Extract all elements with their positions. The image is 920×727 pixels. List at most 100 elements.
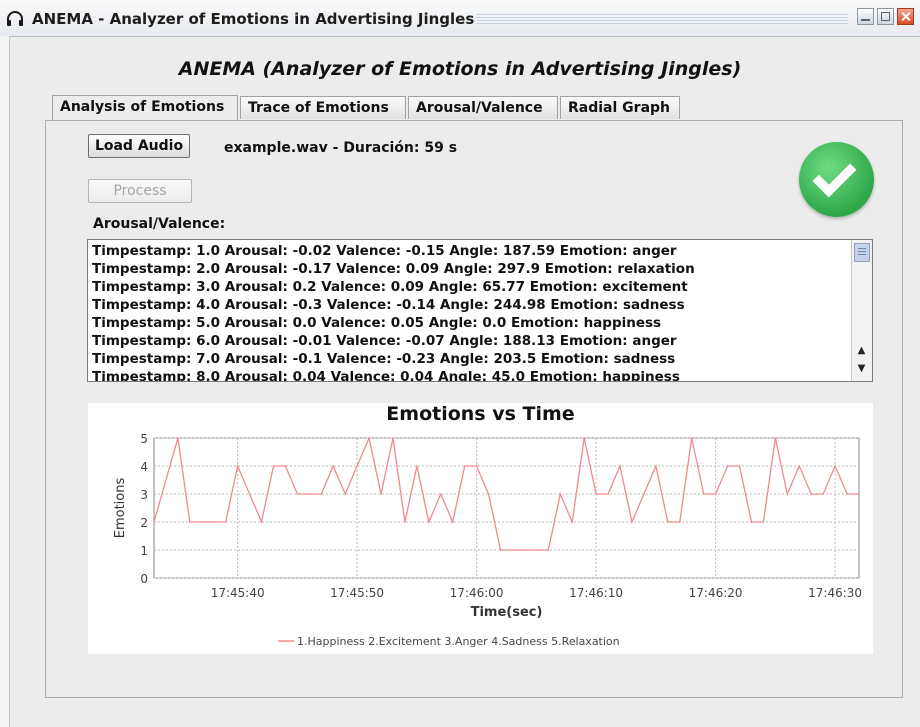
tab-trace-of-emotions[interactable]: Trace of Emotions — [240, 96, 406, 119]
data-point — [643, 493, 645, 495]
chart-svg: 0 1 2 3 4 5 17:45:40 17:45:50 17:46:00 17:46:10 17… — [113, 432, 862, 648]
data-point — [798, 465, 801, 467]
load-audio-button[interactable]: Load Audio — [88, 134, 190, 158]
log-line: Timpestamp: 5.0 Arousal: 0.0 Valence: 0.… — [92, 315, 662, 331]
data-point — [786, 493, 789, 495]
data-point — [356, 465, 358, 467]
data-point — [463, 465, 466, 467]
tab-analysis-of-emotions[interactable]: Analysis of Emotions — [52, 95, 238, 120]
data-point — [678, 521, 681, 523]
minimize-button[interactable] — [857, 8, 874, 25]
headphones-icon — [7, 11, 23, 26]
arousal-valence-label: Arousal/Valence: — [93, 216, 226, 232]
log-line: Timpestamp: 6.0 Arousal: -0.01 Valence: … — [92, 333, 677, 349]
data-point — [416, 465, 418, 467]
log-line: Timpestamp: 2.0 Arousal: -0.17 Valence: … — [92, 261, 695, 277]
y-tick-label: 3 — [140, 488, 148, 502]
file-info-label: example.wav - Duración: 59 s — [224, 140, 458, 156]
data-point — [224, 521, 227, 523]
data-point — [284, 465, 287, 467]
scroll-down-icon[interactable]: ▼ — [852, 360, 871, 377]
window-left-border — [0, 36, 10, 727]
arousal-valence-textarea[interactable]: Timpestamp: 1.0 Arousal: -0.02 Valence: … — [87, 239, 873, 382]
data-point — [846, 493, 848, 495]
y-tick-label: 2 — [140, 516, 148, 530]
data-point — [200, 521, 203, 523]
data-point — [475, 465, 478, 467]
data-point — [451, 521, 454, 523]
vertical-scrollbar[interactable]: ▲ ▼ — [851, 240, 872, 381]
x-tick-label: 17:46:20 — [689, 586, 743, 600]
data-point — [774, 437, 777, 439]
data-point — [607, 493, 609, 495]
app-window: ANEMA - Analyzer of Emotions in Advertis… — [0, 0, 920, 727]
data-point — [308, 493, 311, 495]
data-point — [834, 465, 836, 467]
data-point — [726, 465, 729, 467]
check-circle-icon — [799, 142, 874, 217]
data-point — [702, 493, 705, 495]
data-point — [690, 437, 693, 439]
scroll-up-icon[interactable]: ▲ — [852, 342, 871, 359]
data-point — [535, 549, 538, 551]
x-axis-label: Time(sec) — [471, 605, 543, 620]
data-point — [236, 465, 239, 467]
data-point — [260, 521, 263, 523]
y-axis-label: Emotions — [113, 478, 128, 539]
data-point — [631, 521, 633, 523]
titlebar-decoration — [476, 14, 848, 24]
tab-radial-graph[interactable]: Radial Graph — [560, 96, 680, 119]
data-point — [667, 521, 669, 523]
log-line: Timpestamp: 7.0 Arousal: -0.1 Valence: -… — [92, 351, 676, 367]
data-point — [858, 493, 860, 495]
tab-arousal-valence[interactable]: Arousal/Valence — [408, 96, 558, 119]
y-tick-label: 0 — [140, 572, 148, 586]
data-point — [153, 521, 155, 523]
data-point — [212, 521, 215, 523]
data-point — [619, 465, 621, 467]
data-point — [344, 493, 346, 495]
data-point — [499, 549, 502, 551]
log-line: Timpestamp: 8.0 Arousal: 0.04 Valence: 0… — [92, 369, 680, 382]
data-point — [583, 437, 585, 439]
emotions-chart: Emotions vs Time 0 1 2 3 4 5 17:45:40 17:45:50 1… — [88, 403, 873, 654]
y-tick-label: 4 — [140, 460, 148, 474]
data-point — [714, 493, 717, 495]
window-titlebar[interactable]: ANEMA - Analyzer of Emotions in Advertis… — [0, 0, 920, 37]
data-point — [439, 493, 442, 495]
x-tick-label: 17:46:30 — [808, 586, 862, 600]
data-point — [392, 437, 394, 439]
data-point — [822, 493, 824, 495]
data-point — [655, 465, 657, 467]
x-tick-label: 17:46:00 — [450, 586, 504, 600]
data-point — [511, 549, 514, 551]
data-point — [595, 493, 597, 495]
data-point — [177, 437, 179, 439]
data-point — [428, 521, 430, 523]
data-point — [487, 493, 490, 495]
close-button[interactable] — [897, 8, 914, 25]
data-point — [559, 493, 562, 495]
data-point — [189, 521, 191, 523]
data-point — [762, 521, 765, 523]
maximize-button[interactable] — [877, 8, 894, 25]
data-point — [332, 465, 335, 467]
y-tick-label: 1 — [140, 544, 148, 558]
app-heading: ANEMA (Analyzer of Emotions in Advertisi… — [178, 58, 742, 80]
x-tick-label: 17:46:10 — [569, 586, 623, 600]
data-point — [248, 493, 251, 495]
window-title: ANEMA - Analyzer of Emotions in Advertis… — [32, 10, 475, 28]
scroll-thumb[interactable] — [854, 243, 870, 262]
data-point — [380, 493, 382, 495]
data-point — [523, 549, 526, 551]
data-point — [296, 493, 299, 495]
x-tick-label: 17:45:40 — [211, 586, 265, 600]
log-line: Timpestamp: 1.0 Arousal: -0.02 Valence: … — [92, 243, 677, 259]
legend-label: 1.Happiness 2.Excitement 3.Anger 4.Sadne… — [297, 635, 620, 648]
process-button[interactable]: Process — [88, 179, 192, 203]
y-tick-label: 5 — [140, 432, 148, 446]
log-lines: Timpestamp: 1.0 Arousal: -0.02 Valence: … — [92, 242, 852, 382]
data-point — [547, 549, 550, 551]
data-point — [738, 465, 741, 467]
plot-area — [153, 437, 860, 579]
